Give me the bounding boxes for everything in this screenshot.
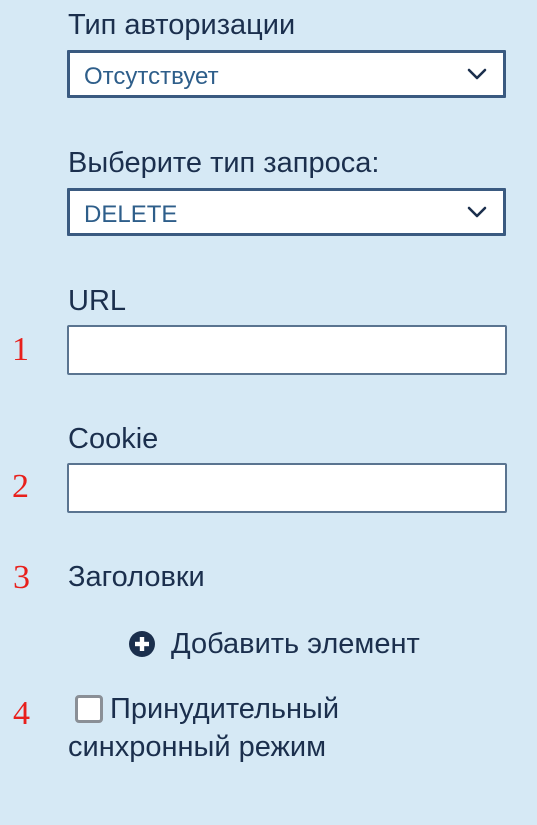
chevron-down-icon [467,68,487,80]
cookie-label: Cookie [68,423,159,455]
request-type-selected-value: DELETE [84,201,178,228]
sync-mode-label-line2[interactable]: синхронный режим [68,730,326,764]
add-header-label: Добавить элемент [171,628,420,660]
request-type-select[interactable]: DELETE [67,188,506,236]
add-header-button[interactable]: Добавить элемент [128,624,420,664]
annotation-marker-3: 3 [13,559,30,596]
request-type-label: Выберите тип запроса: [68,147,380,179]
url-input[interactable] [67,325,507,375]
annotation-marker-4: 4 [13,695,30,732]
annotation-marker-1: 1 [12,331,29,368]
chevron-down-icon [467,206,487,218]
plus-circle-icon [129,631,155,657]
sync-mode-checkbox[interactable] [75,695,103,723]
auth-type-selected-value: Отсутствует [84,63,219,90]
cookie-input[interactable] [67,463,507,513]
auth-type-label: Тип авторизации [68,9,296,41]
url-label: URL [68,285,127,317]
auth-type-select[interactable]: Отсутствует [67,50,506,98]
headers-label: Заголовки [68,561,205,593]
annotation-marker-2: 2 [12,468,29,505]
sync-mode-label-line1[interactable]: Принудительный [110,692,339,726]
